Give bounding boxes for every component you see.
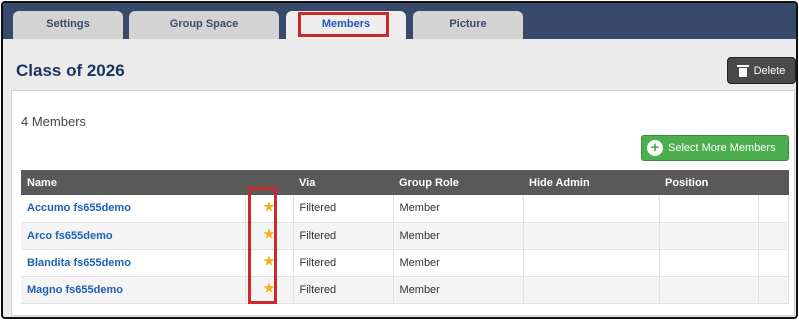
via-cell: Filtered [293, 276, 394, 304]
position-cell [659, 222, 759, 250]
via-cell: Filtered [293, 195, 394, 223]
member-name-link[interactable]: Magno fs655demo [27, 284, 123, 296]
column-header-group-role[interactable]: Group Role [393, 170, 523, 195]
column-header-hide-admin[interactable]: Hide Admin [523, 170, 659, 195]
member-name-link[interactable]: Blandita fs655demo [27, 257, 131, 269]
column-header-extra [758, 170, 789, 195]
group-role-cell: Member [393, 222, 524, 250]
members-panel: 4 Members + Select More Members Name Via… [11, 90, 795, 316]
group-role-cell: Member [393, 195, 524, 223]
tab-settings[interactable]: Settings [13, 11, 123, 39]
column-header-via[interactable]: Via [293, 170, 393, 195]
member-name-link[interactable]: Arco fs655demo [27, 230, 113, 242]
trash-icon [736, 64, 749, 77]
window-frame: Settings Group Space Members Picture Cla… [1, 1, 798, 319]
delete-button[interactable]: Delete [727, 57, 796, 84]
star-icon[interactable] [263, 200, 275, 212]
hide-admin-cell [523, 222, 660, 250]
position-cell [659, 276, 759, 304]
position-cell [659, 249, 759, 277]
table-row: Accumo fs655demo Filtered Member [21, 195, 789, 223]
member-name-link[interactable]: Accumo fs655demo [27, 202, 131, 214]
star-icon[interactable] [263, 228, 275, 239]
tab-group-space[interactable]: Group Space [129, 11, 279, 39]
via-cell: Filtered [293, 249, 394, 277]
extra-cell [758, 276, 789, 304]
plus-circle-icon: + [647, 140, 663, 156]
extra-cell [758, 249, 789, 277]
hide-admin-cell [523, 195, 660, 223]
select-more-members-label: Select More Members [668, 142, 776, 154]
table-row: Arco fs655demo Filtered Member [21, 222, 789, 250]
member-count: 4 Members [21, 114, 87, 129]
column-header-name[interactable]: Name [21, 170, 245, 195]
tab-picture[interactable]: Picture [413, 11, 523, 39]
table-row: Magno fs655demo Filtered Member [21, 276, 789, 304]
delete-button-label: Delete [753, 64, 786, 77]
column-header-position[interactable]: Position [659, 170, 758, 195]
star-icon[interactable] [263, 282, 275, 293]
extra-cell [758, 195, 789, 223]
hide-admin-cell [523, 249, 660, 277]
tab-bar: Settings Group Space Members Picture [3, 3, 796, 39]
via-cell: Filtered [293, 222, 394, 250]
position-cell [659, 195, 759, 223]
star-icon[interactable] [263, 255, 275, 266]
table-row: Blandita fs655demo Filtered Member [21, 249, 789, 277]
select-more-members-button[interactable]: + Select More Members [641, 135, 789, 161]
group-role-cell: Member [393, 249, 524, 277]
members-table: Name Via Group Role Hide Admin Position … [21, 170, 789, 304]
hide-admin-cell [523, 276, 660, 304]
tab-members[interactable]: Members [286, 11, 406, 39]
page-title: Class of 2026 [16, 61, 125, 80]
table-header-row: Name Via Group Role Hide Admin Position [21, 170, 789, 195]
extra-cell [758, 222, 789, 250]
group-role-cell: Member [393, 276, 524, 304]
column-header-star [245, 170, 293, 195]
